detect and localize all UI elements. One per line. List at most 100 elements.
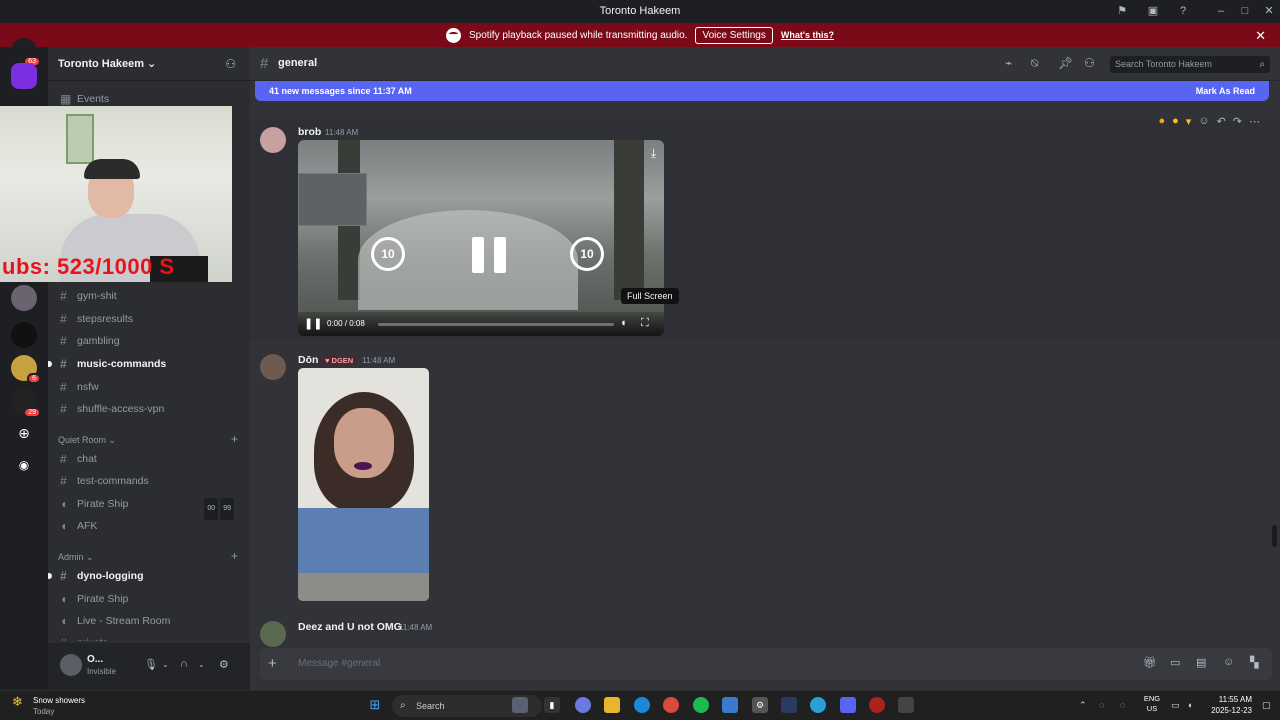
rewind-10-button[interactable]: 10	[371, 237, 405, 271]
tray-chevron-icon[interactable]: ⌃	[1079, 700, 1087, 711]
chrome-icon[interactable]	[663, 697, 679, 713]
server-icon[interactable]: 29	[11, 389, 41, 418]
new-messages-bar[interactable]: 41 new messages since 11:37 AM Mark As R…	[255, 81, 1269, 101]
language-indicator[interactable]: ENG US	[1140, 694, 1164, 714]
channel-nsfw[interactable]: # nsfw	[56, 377, 242, 397]
gift-icon[interactable]: 🎁︎	[1143, 656, 1157, 669]
channel-gambling[interactable]: # gambling	[56, 331, 242, 351]
members-icon[interactable]: ⚇	[1084, 56, 1095, 70]
message-input[interactable]: Message #general	[298, 658, 380, 669]
channel-dyno-logging[interactable]: # dyno-logging	[48, 566, 242, 586]
avatar[interactable]	[260, 621, 286, 647]
gear-icon[interactable]: ⚙	[219, 658, 229, 671]
gif-icon[interactable]: ▭	[1170, 656, 1180, 669]
category-quiet-room[interactable]: Quiet Room ⌄	[58, 435, 116, 446]
volume-icon[interactable]: ◖	[1187, 700, 1192, 710]
notepad-icon[interactable]	[722, 697, 738, 713]
obs-icon[interactable]	[869, 697, 885, 713]
download-icon[interactable]: ⤓	[651, 146, 656, 161]
headphones-icon[interactable]: ∩	[180, 658, 188, 670]
message-composer[interactable]: + Message #general 🎁︎ ▭ ▤ ☺ ▚	[260, 648, 1272, 680]
microphone-icon[interactable]: 🎙︎	[144, 658, 158, 671]
home-discord-icon[interactable]: 63	[11, 38, 41, 67]
channel-private[interactable]: # private	[56, 633, 242, 641]
chevron-down-icon[interactable]: ⌄	[198, 660, 205, 669]
network-icon[interactable]: ▭	[1171, 700, 1180, 711]
forward-10-button[interactable]: 10	[570, 237, 604, 271]
flag-icon[interactable]: ⚑	[1115, 4, 1129, 18]
more-icon[interactable]: ⋯	[1249, 115, 1260, 128]
close-notice-icon[interactable]: ✕	[1255, 28, 1266, 44]
maximize-icon[interactable]: □	[1238, 4, 1252, 18]
tray-app-icon[interactable]: ◌	[1099, 700, 1104, 710]
pause-big-icon[interactable]	[472, 237, 506, 273]
thumbs-down-icon[interactable]: ▾	[1186, 115, 1192, 128]
clock[interactable]: 11:55 AM 2025-12-23	[1206, 694, 1252, 716]
server-header[interactable]: Toronto Hakeem ⌄ ⚇	[48, 47, 250, 81]
minimize-icon[interactable]: –	[1214, 4, 1228, 18]
forward-icon[interactable]: ↷	[1233, 115, 1242, 128]
invite-icon[interactable]: ⚇	[225, 57, 236, 71]
emoji-icon[interactable]: ☺	[1223, 656, 1234, 668]
add-channel-icon[interactable]: +	[231, 432, 238, 446]
server-icon[interactable]: 6	[11, 355, 41, 384]
app-icon[interactable]	[781, 697, 797, 713]
channel-gym-shit[interactable]: # gym-shit	[56, 286, 242, 306]
avatar[interactable]	[260, 354, 286, 380]
reply-icon[interactable]: ↶	[1217, 115, 1226, 128]
channel-music-commands[interactable]: # music-commands	[48, 354, 242, 374]
tray-app-icon[interactable]: ◌	[1120, 700, 1125, 710]
avatar[interactable]	[260, 127, 286, 153]
server-ovo-icon[interactable]	[11, 322, 37, 348]
voice-settings-button[interactable]: Voice Settings	[695, 26, 773, 44]
task-view-icon[interactable]: ▮	[544, 697, 560, 713]
channel-test-commands[interactable]: # test-commands	[56, 471, 242, 491]
notification-mute-icon[interactable]: ⍉	[1031, 56, 1038, 71]
add-reaction-icon[interactable]: ☺	[1198, 115, 1209, 128]
add-server-icon[interactable]: ⊕	[11, 420, 37, 446]
file-explorer-icon[interactable]	[604, 697, 620, 713]
mark-as-read-button[interactable]: Mark As Read	[1196, 81, 1255, 101]
pause-icon[interactable]: ❚❚	[304, 317, 322, 330]
add-channel-icon[interactable]: +	[231, 549, 238, 563]
whats-this-link[interactable]: What's this?	[781, 30, 834, 40]
server-icon[interactable]	[11, 63, 37, 89]
message-author[interactable]: brob	[298, 126, 321, 138]
close-window-icon[interactable]: ✕	[1262, 4, 1276, 18]
telegram-icon[interactable]	[810, 697, 826, 713]
voice-channel-live-stream-room[interactable]: ◖ Live - Stream Room	[56, 611, 242, 631]
message-author[interactable]: Dōn	[298, 354, 318, 366]
search-input[interactable]: Search Toronto Hakeem ⌕	[1110, 56, 1270, 73]
edge-icon[interactable]	[634, 697, 650, 713]
channel-stepsresults[interactable]: # stepsresults	[56, 309, 242, 329]
video-player[interactable]: ⤓ 10 10 ❚❚ 0:00 / 0:08 ◖ ⛶	[298, 140, 664, 336]
snipping-tool-icon[interactable]	[898, 697, 914, 713]
notifications-icon[interactable]: ▢	[1262, 700, 1271, 711]
chevron-down-icon[interactable]: ⌄	[162, 660, 169, 669]
add-attachment-icon[interactable]: +	[268, 655, 277, 672]
discover-icon[interactable]: ◉	[11, 452, 37, 478]
voice-channel-pirate-ship[interactable]: ◖ Pirate Ship	[56, 589, 242, 609]
message-author[interactable]: Deez and U not OMG	[298, 621, 402, 633]
server-icon[interactable]	[11, 285, 37, 311]
volume-icon[interactable]: ◖	[620, 317, 627, 329]
video-progress[interactable]	[378, 323, 614, 326]
inbox-icon[interactable]: ▣	[1146, 4, 1160, 18]
threads-icon[interactable]: ⌁	[1005, 56, 1012, 70]
settings-icon[interactable]: ⚙	[752, 697, 768, 713]
category-admin[interactable]: Admin ⌄	[58, 552, 94, 563]
avatar[interactable]	[60, 654, 82, 676]
sticker-icon[interactable]: ▤	[1196, 656, 1206, 669]
discord-icon[interactable]	[840, 697, 856, 713]
copilot-icon[interactable]	[575, 697, 591, 713]
start-icon[interactable]: ⊞	[367, 697, 383, 713]
search-highlight-icon[interactable]	[512, 697, 528, 713]
voice-channel-afk[interactable]: ◖ AFK	[56, 516, 242, 536]
help-icon[interactable]: ?	[1176, 4, 1190, 18]
apps-icon[interactable]: ▚	[1250, 656, 1258, 669]
channel-shuffle-access-vpn[interactable]: # shuffle-access-vpn	[56, 399, 242, 419]
image-attachment[interactable]	[298, 368, 429, 601]
fire-reaction-icon[interactable]: ●	[1158, 115, 1165, 128]
scrollbar[interactable]	[1272, 525, 1277, 547]
pin-icon[interactable]: 📌︎	[1058, 56, 1073, 70]
